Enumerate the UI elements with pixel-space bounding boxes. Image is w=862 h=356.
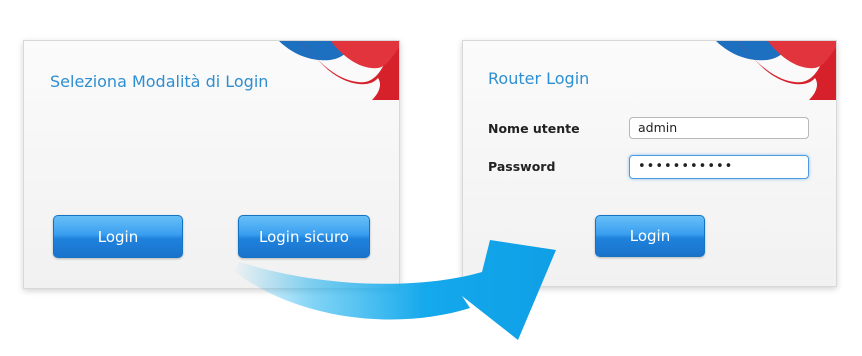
brand-swoosh-icon: [716, 41, 836, 100]
screen: Seleziona Modalità di Login Login Login …: [0, 0, 862, 356]
router-login-panel: Router Login Nome utente admin Password …: [462, 40, 837, 287]
panel-title: Router Login: [488, 69, 590, 88]
router-login-button[interactable]: Login: [595, 215, 705, 257]
panel-title: Seleziona Modalità di Login: [50, 72, 269, 91]
username-input[interactable]: admin: [629, 117, 809, 139]
brand-swoosh-icon: [279, 41, 399, 100]
secure-login-button[interactable]: Login sicuro: [238, 215, 370, 258]
login-button[interactable]: Login: [53, 215, 183, 258]
username-label: Nome utente: [488, 121, 580, 136]
password-label: Password: [488, 159, 556, 174]
login-mode-panel: Seleziona Modalità di Login Login Login …: [23, 40, 400, 289]
password-input[interactable]: •••••••••••: [629, 155, 809, 179]
